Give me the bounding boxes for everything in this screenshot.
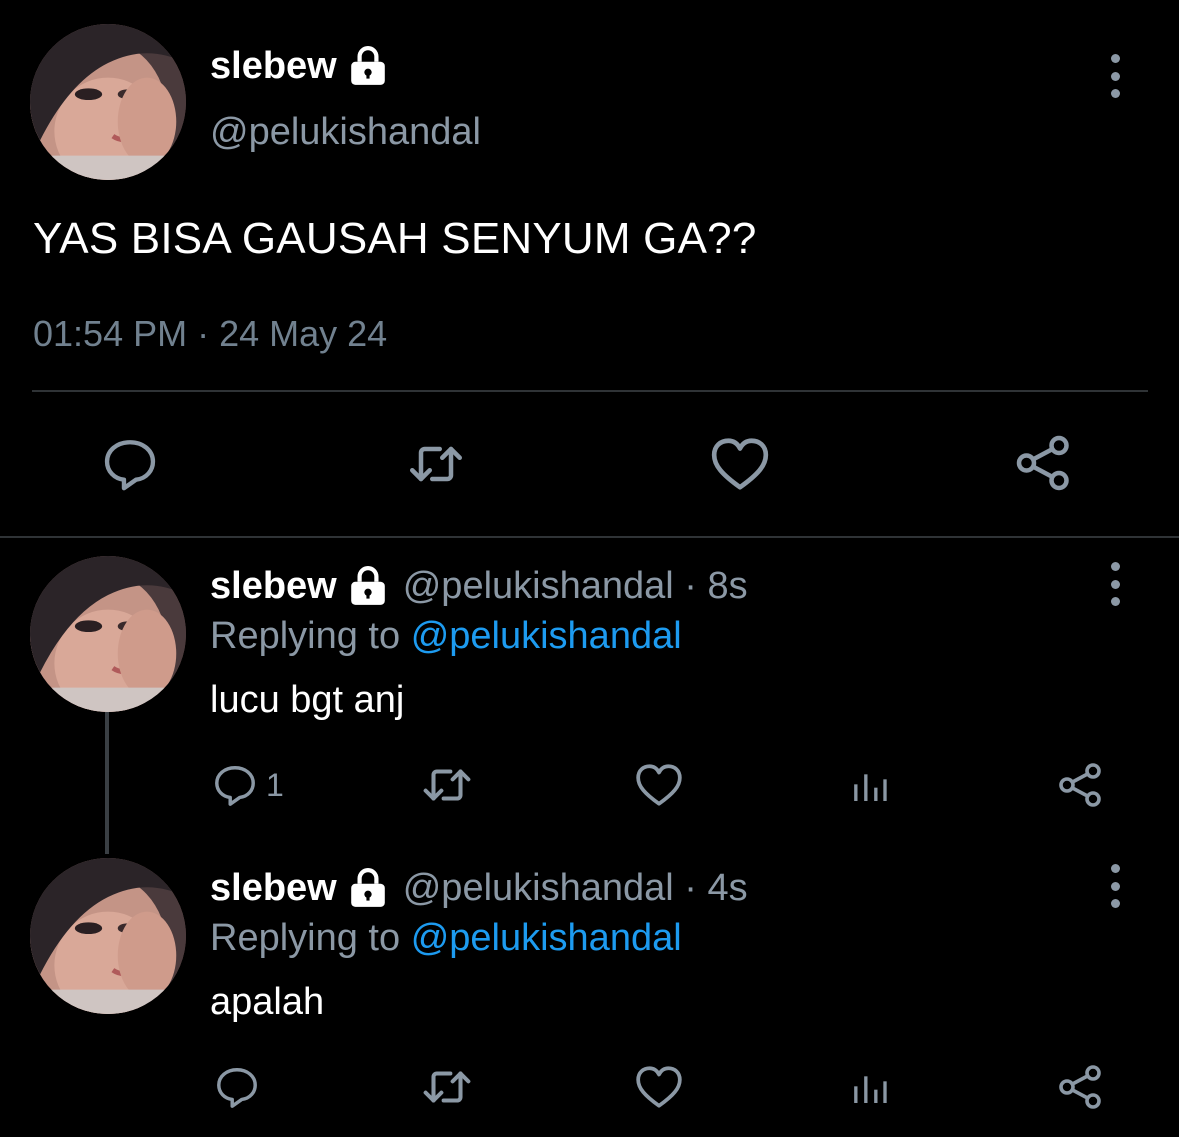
lock-icon	[347, 867, 389, 909]
reply-header: slebew @pelukishandal · 4s	[210, 866, 748, 910]
thread-line	[105, 712, 109, 854]
like-button[interactable]	[634, 760, 684, 810]
replying-to: Replying to @pelukishandal	[210, 916, 682, 960]
reply-button[interactable]: 1	[212, 760, 302, 810]
analytics-icon	[850, 766, 890, 806]
mention-link[interactable]: @pelukishandal	[411, 615, 682, 657]
share-icon	[1014, 433, 1074, 493]
lock-icon	[347, 565, 389, 607]
heart-icon	[634, 760, 684, 810]
reply-button[interactable]	[212, 1062, 262, 1112]
retweet-button[interactable]	[420, 1062, 474, 1112]
avatar[interactable]	[30, 24, 186, 180]
share-button[interactable]	[1056, 760, 1106, 810]
analytics-button[interactable]	[848, 764, 892, 808]
display-name[interactable]: slebew	[210, 44, 389, 88]
more-vertical-icon[interactable]	[1107, 562, 1123, 606]
avatar[interactable]	[30, 858, 186, 1014]
tweet-text: YAS BISA GAUSAH SENYUM GA??	[33, 214, 757, 263]
reply-icon	[212, 762, 258, 808]
handle-time[interactable]: @pelukishandal · 4s	[403, 866, 748, 910]
retweet-button[interactable]	[406, 434, 466, 494]
analytics-icon	[850, 1068, 890, 1108]
retweet-icon	[420, 1060, 474, 1114]
avatar[interactable]	[30, 556, 186, 712]
share-icon	[1057, 761, 1105, 809]
reply-icon	[101, 435, 159, 493]
reply-button[interactable]	[100, 434, 160, 494]
reply-count: 1	[266, 766, 284, 803]
reply-icon	[214, 1064, 260, 1110]
display-name-text[interactable]: slebew	[210, 44, 337, 88]
heart-icon	[709, 433, 771, 495]
retweet-icon	[406, 432, 466, 496]
replying-to: Replying to @pelukishandal	[210, 614, 682, 658]
more-vertical-icon[interactable]	[1107, 54, 1123, 98]
reply-text: apalah	[210, 981, 325, 1023]
timestamp[interactable]: 01:54 PM · 24 May 24	[33, 312, 387, 356]
divider	[32, 390, 1148, 392]
display-name[interactable]: slebew	[210, 866, 337, 910]
share-button[interactable]	[1056, 1062, 1106, 1112]
handle[interactable]: @pelukishandal	[210, 110, 481, 154]
replying-prefix: Replying to	[210, 917, 401, 959]
replying-prefix: Replying to	[210, 615, 401, 657]
handle-time[interactable]: @pelukishandal · 8s	[403, 564, 748, 608]
analytics-button[interactable]	[848, 1066, 892, 1110]
reply-header: slebew @pelukishandal · 8s	[210, 564, 748, 608]
like-button[interactable]	[634, 1062, 684, 1112]
mention-link[interactable]: @pelukishandal	[411, 917, 682, 959]
reply-text: lucu bgt anj	[210, 679, 405, 721]
divider	[0, 536, 1179, 538]
display-name[interactable]: slebew	[210, 564, 337, 608]
more-vertical-icon[interactable]	[1107, 864, 1123, 908]
heart-icon	[634, 1062, 684, 1112]
share-button[interactable]	[1012, 432, 1076, 494]
retweet-button[interactable]	[420, 760, 474, 810]
lock-icon	[347, 45, 389, 87]
retweet-icon	[420, 758, 474, 812]
like-button[interactable]	[708, 434, 772, 494]
share-icon	[1057, 1063, 1105, 1111]
